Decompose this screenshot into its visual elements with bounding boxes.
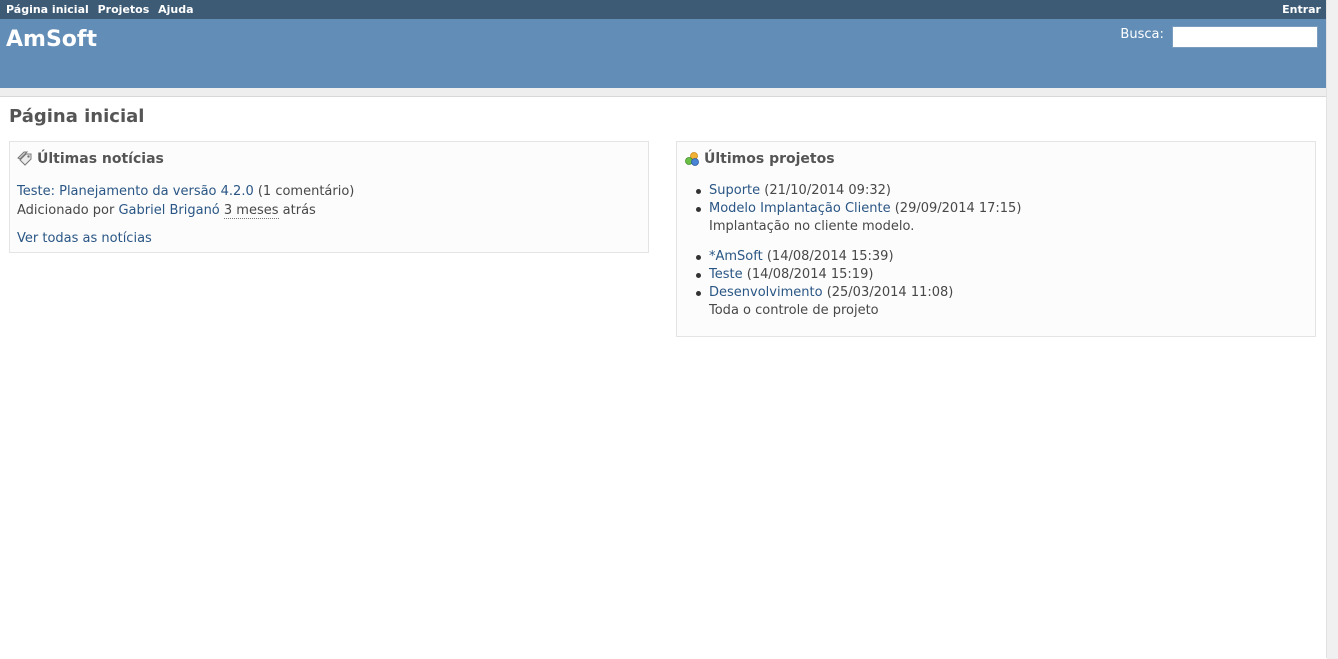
project-item: Desenvolvimento (25/03/2014 11:08) Toda … (695, 284, 1021, 320)
news-author-link[interactable]: Gabriel Briganó (118, 203, 219, 218)
project-link-suporte[interactable]: Suporte (709, 183, 760, 198)
news-tag-icon (17, 151, 33, 167)
project-date: (29/09/2014 17:15) (894, 201, 1022, 216)
page-title: Página inicial (9, 106, 145, 127)
project-description: Implantação no cliente modelo. (709, 219, 915, 234)
scrollbar[interactable] (1326, 0, 1338, 658)
news-heading-label: Últimas notícias (37, 151, 164, 167)
project-link-desenvolvimento[interactable]: Desenvolvimento (709, 285, 823, 300)
news-added-by: Adicionado por (17, 203, 115, 218)
project-link-amsoft[interactable]: *AmSoft (709, 249, 763, 264)
project-description: Toda o controle de projeto (709, 303, 879, 318)
project-link-modelo[interactable]: Modelo Implantação Cliente (709, 201, 891, 216)
project-date: (14/08/2014 15:39) (766, 249, 894, 264)
menu-home-link[interactable]: Página inicial (6, 3, 89, 16)
news-author-line: Adicionado por Gabriel Briganó 3 meses a… (17, 201, 354, 220)
news-entry: Teste: Planejamento da versão 4.2.0 (1 c… (17, 182, 354, 220)
news-ago: 3 meses (223, 203, 279, 219)
news-item-link[interactable]: Teste: Planejamento da versão 4.2.0 (17, 184, 254, 199)
view-all-news-link[interactable]: Ver todas as notícias (17, 231, 152, 246)
project-item: Teste (14/08/2014 15:19) (695, 266, 1021, 284)
app-title: AmSoft (6, 27, 97, 52)
project-link-teste[interactable]: Teste (709, 267, 743, 282)
menu-help-link[interactable]: Ajuda (158, 3, 193, 16)
projects-box: Últimos projetos Suporte (21/10/2014 09:… (676, 141, 1316, 337)
project-item: Suporte (21/10/2014 09:32) (695, 182, 1021, 200)
news-ago-suffix: atrás (282, 203, 316, 218)
header: AmSoft Busca: (0, 19, 1327, 88)
project-item: Modelo Implantação Cliente (29/09/2014 1… (695, 200, 1022, 236)
project-item: *AmSoft (14/08/2014 15:39) (695, 248, 1021, 266)
project-date: (14/08/2014 15:19) (746, 267, 874, 282)
quick-search: Busca: (1120, 26, 1318, 48)
projects-icon (684, 151, 700, 167)
main-content: Página inicial Últimas notícias Teste: P… (0, 96, 1327, 659)
news-title-line: Teste: Planejamento da versão 4.2.0 (1 c… (17, 182, 354, 201)
search-label: Busca: (1120, 27, 1164, 42)
projects-heading-label: Últimos projetos (704, 151, 835, 167)
news-comments: (1 comentário) (257, 184, 355, 199)
news-heading: Últimas notícias (17, 151, 164, 167)
top-menu-right: Entrar (1282, 3, 1321, 16)
projects-heading: Últimos projetos (684, 151, 835, 167)
project-date: (21/10/2014 09:32) (764, 183, 891, 198)
top-menu: Página inicial Projetos Ajuda Entrar (0, 0, 1327, 19)
login-link[interactable]: Entrar (1282, 3, 1321, 16)
project-date: (25/03/2014 11:08) (826, 285, 954, 300)
projects-list: Suporte (21/10/2014 09:32) Modelo Implan… (695, 182, 1022, 320)
news-box: Últimas notícias Teste: Planejamento da … (9, 141, 649, 253)
search-input[interactable] (1172, 26, 1318, 48)
menu-projects-link[interactable]: Projetos (98, 3, 150, 16)
top-menu-left: Página inicial Projetos Ajuda (6, 3, 199, 16)
